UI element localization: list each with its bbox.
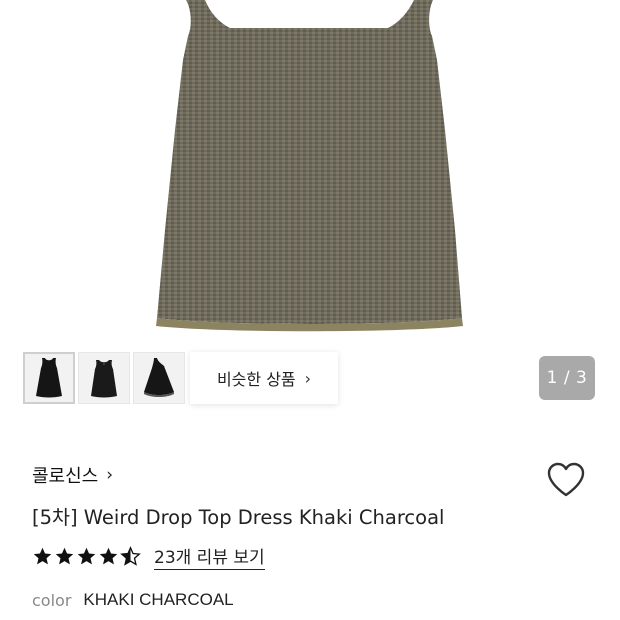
rating-row: 23개 리뷰 보기 (32, 543, 265, 570)
rating-stars (32, 546, 142, 567)
image-counter-text: 1 / 3 (546, 368, 588, 388)
wishlist-button[interactable] (545, 460, 587, 500)
star-full-icon (99, 547, 118, 565)
thumbnail-back[interactable] (78, 352, 130, 404)
similar-products-button[interactable]: 비슷한 상품 › (190, 352, 338, 404)
star-full-icon (33, 547, 52, 565)
product-hero-image[interactable] (0, 0, 620, 345)
product-detail-page: 비슷한 상품 › 1 / 3 콜로신스 › [5차] Weird Drop To… (0, 0, 620, 620)
brand-link[interactable]: 콜로신스 › (32, 462, 113, 488)
brand-name: 콜로신스 (32, 466, 99, 487)
image-counter-badge: 1 / 3 (539, 356, 595, 400)
dress-thumb-icon (91, 360, 117, 398)
heart-icon (547, 462, 585, 497)
chevron-right-icon: › (304, 368, 312, 388)
color-value: KHAKI CHARCOAL (83, 590, 234, 609)
thumbnail-front[interactable] (23, 352, 75, 404)
product-title: [5차] Weird Drop Top Dress Khaki Charcoal (32, 506, 445, 529)
thumbnail-side[interactable] (133, 352, 185, 404)
chevron-right-icon: › (106, 465, 114, 485)
dress-shape (157, 0, 462, 324)
similar-products-label: 비슷한 상품 (216, 370, 296, 389)
star-half-icon (120, 546, 141, 566)
dress-illustration (156, 0, 463, 332)
reviews-link[interactable]: 23개 리뷰 보기 (154, 543, 265, 570)
color-row: color KHAKI CHARCOAL (32, 590, 234, 610)
dress-thumb-icon (144, 358, 174, 397)
star-full-icon (55, 547, 74, 565)
star-full-icon (77, 547, 96, 565)
dress-thumb-icon (36, 358, 62, 398)
thumbnail-strip: 비슷한 상품 › (23, 352, 338, 404)
color-label: color (32, 590, 72, 610)
